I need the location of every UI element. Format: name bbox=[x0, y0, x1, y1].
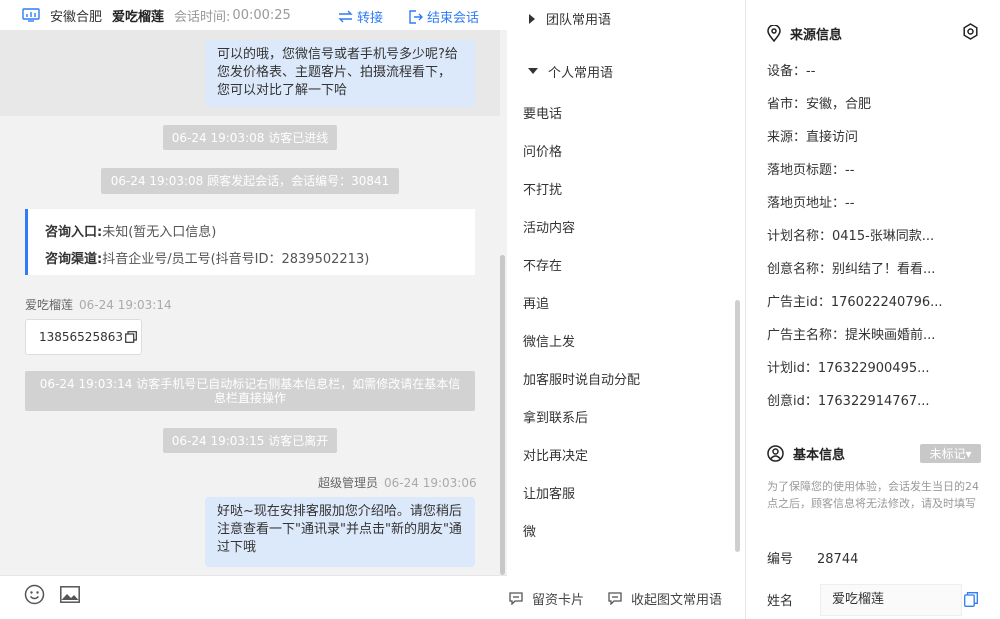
edit-notice: 为了保障您的使用体验，会话发生当日的24点之后，顾客信息将无法修改，请及时填写 bbox=[767, 480, 979, 510]
transfer-button[interactable]: 转接 bbox=[338, 7, 383, 26]
copy-icon[interactable] bbox=[125, 331, 137, 343]
visitor-name: 爱吃榴莲 bbox=[112, 9, 165, 25]
system-message-leave: 06-24 19:03:15 访客已离开 bbox=[163, 428, 337, 453]
exit-icon bbox=[409, 9, 423, 24]
phrase-item[interactable]: 要电话 bbox=[523, 96, 640, 134]
transfer-icon bbox=[338, 10, 353, 23]
source-info-item: 广告主名称：提米映画婚前... bbox=[767, 328, 936, 343]
message-icon bbox=[608, 592, 622, 605]
phrase-item[interactable]: 对比再决定 bbox=[523, 438, 640, 476]
location-pin-icon bbox=[767, 25, 781, 42]
session-time-label: 会话时间: bbox=[174, 9, 231, 25]
visitor-phone-number: 13856525863 bbox=[39, 330, 123, 344]
copy-icon[interactable] bbox=[964, 592, 978, 607]
agent-message-bubble: 可以的哦，您微信号或者手机号多少呢?给您发价格表、主题客片、拍摄流程看下，您可以… bbox=[205, 40, 475, 107]
source-info-item: 计划id：176322900495... bbox=[767, 361, 930, 376]
phrases-panel: 团队常用语 个人常用语 要电话 问价格 不打扰 活动内容 不存在 再追 微信上发… bbox=[507, 0, 746, 619]
phrase-item[interactable]: 拿到联系后 bbox=[523, 400, 640, 438]
entry-label: 咨询入口: bbox=[45, 225, 103, 240]
phrase-list: 要电话 问价格 不打扰 活动内容 不存在 再追 微信上发 加客服时说自动分配 拿… bbox=[523, 96, 640, 552]
entry-value: 未知(暂无入口信息) bbox=[102, 225, 217, 240]
end-chat-button[interactable]: 结束会话 bbox=[409, 7, 479, 26]
source-info-item: 创意id：176322914767... bbox=[767, 394, 930, 409]
visitor-number-row: 编号 28744 bbox=[767, 548, 858, 567]
chat-panel: 安徽合肥 爱吃榴莲 会话时间: 00:00:25 转接 结束会话 可以的哦，您微… bbox=[0, 0, 507, 619]
monitor-icon bbox=[22, 8, 40, 22]
phrase-item[interactable]: 微信上发 bbox=[523, 324, 640, 362]
end-chat-label: 结束会话 bbox=[427, 11, 480, 26]
caret-right-icon bbox=[529, 13, 535, 24]
agent-message-time: 06-24 19:03:06 bbox=[384, 476, 477, 490]
team-phrases-group[interactable]: 团队常用语 bbox=[528, 9, 611, 28]
channel-value: 抖音企业号/员工号(抖音号ID：2839502213) bbox=[102, 252, 370, 267]
team-phrases-label: 团队常用语 bbox=[546, 13, 612, 28]
phrases-footer: 留资卡片 收起图文常用语 bbox=[507, 575, 746, 619]
source-info-item: 落地页标题：-- bbox=[767, 163, 855, 178]
basic-info-title: 基本信息 bbox=[793, 448, 846, 463]
visitor-message-time: 06-24 19:03:14 bbox=[79, 298, 172, 312]
number-label: 编号 bbox=[767, 552, 794, 567]
personal-phrases-group[interactable]: 个人常用语 bbox=[528, 63, 738, 81]
name-field[interactable]: 爱吃榴莲 bbox=[820, 584, 962, 616]
collapse-phrases-button[interactable]: 收起图文常用语 bbox=[608, 589, 722, 608]
gear-icon[interactable] bbox=[962, 23, 979, 40]
chat-input-toolbar bbox=[0, 575, 507, 619]
source-info-item: 设备：-- bbox=[767, 64, 816, 79]
phrase-item[interactable]: 活动内容 bbox=[523, 210, 640, 248]
lead-card-label: 留资卡片 bbox=[532, 593, 585, 608]
source-info-header: 来源信息 bbox=[767, 24, 842, 43]
channel-label: 咨询渠道: bbox=[45, 252, 103, 267]
system-message-session: 06-24 19:03:08 顾客发起会话，会话编号：30841 bbox=[101, 168, 399, 194]
session-timer: 00:00:25 bbox=[232, 7, 291, 23]
phrase-item[interactable]: 让加客服 bbox=[523, 476, 640, 514]
source-info-item: 广告主id：176022240796... bbox=[767, 295, 943, 310]
source-info-item: 省市：安徽，合肥 bbox=[767, 97, 872, 112]
basic-info-header: 基本信息 bbox=[767, 444, 845, 463]
phrase-item[interactable]: 问价格 bbox=[523, 134, 640, 172]
system-message-phone-mark: 06-24 19:03:14 访客手机号已自动标记右侧基本信息栏，如需修改请在基… bbox=[25, 371, 475, 411]
chat-header: 安徽合肥 爱吃榴莲 会话时间: 00:00:25 转接 结束会话 bbox=[0, 0, 507, 30]
card-icon bbox=[509, 592, 523, 605]
agent-sender-name: 超级管理员 bbox=[318, 476, 379, 490]
phrase-item[interactable]: 不打扰 bbox=[523, 172, 640, 210]
system-message-enter: 06-24 19:03:08 访客已进线 bbox=[163, 125, 337, 150]
visitor-sender-name: 爱吃榴莲 bbox=[25, 298, 74, 312]
agent-sender-line: 超级管理员 06-24 19:03:06 bbox=[318, 474, 477, 491]
transfer-label: 转接 bbox=[357, 11, 384, 26]
number-value: 28744 bbox=[817, 552, 859, 567]
source-info-list: 设备：-- 省市：安徽，合肥 来源：直接访问 落地页标题：-- 落地页地址：--… bbox=[767, 55, 943, 418]
emoji-icon[interactable] bbox=[24, 584, 45, 605]
phrase-item[interactable]: 再追 bbox=[523, 286, 640, 324]
name-label: 姓名 bbox=[767, 594, 794, 609]
phrase-item[interactable]: 微 bbox=[523, 514, 640, 552]
source-info-item: 计划名称：0415-张琳同款... bbox=[767, 229, 935, 244]
collapse-phrases-label: 收起图文常用语 bbox=[631, 593, 723, 608]
caret-down-icon bbox=[528, 68, 538, 74]
phrase-item[interactable]: 加客服时说自动分配 bbox=[523, 362, 640, 400]
phrase-item[interactable]: 不存在 bbox=[523, 248, 640, 286]
visitor-info-panel: 来源信息 设备：-- 省市：安徽，合肥 来源：直接访问 落地页标题：-- 落地页… bbox=[747, 0, 1000, 619]
lead-card-button[interactable]: 留资卡片 bbox=[509, 589, 584, 608]
personal-phrases-label: 个人常用语 bbox=[548, 65, 614, 81]
source-info-title: 来源信息 bbox=[790, 28, 843, 43]
source-info-item: 创意名称：别纠结了！看看... bbox=[767, 262, 936, 277]
visitor-sender-line: 爱吃榴莲 06-24 19:03:14 bbox=[25, 296, 172, 313]
phrases-scrollbar[interactable] bbox=[735, 300, 740, 552]
tag-status-dropdown[interactable]: 未标记▾ bbox=[920, 444, 981, 463]
user-icon bbox=[767, 445, 784, 462]
visitor-phone-message[interactable]: 13856525863 bbox=[25, 319, 142, 355]
source-info-item: 落地页地址：-- bbox=[767, 196, 855, 211]
consult-entry-card: 咨询入口:未知(暂无入口信息) 咨询渠道:抖音企业号/员工号(抖音号ID：283… bbox=[25, 209, 475, 275]
visitor-location: 安徽合肥 bbox=[50, 9, 103, 25]
source-info-item: 来源：直接访问 bbox=[767, 130, 859, 145]
chat-scrollbar[interactable] bbox=[500, 255, 505, 575]
agent-message-bubble-bottom: 好哒~现在安排客服加您介绍哈。请您稍后注意查看一下"通讯录"并点击"新的朋友"通… bbox=[205, 497, 475, 567]
image-icon[interactable] bbox=[60, 586, 80, 603]
